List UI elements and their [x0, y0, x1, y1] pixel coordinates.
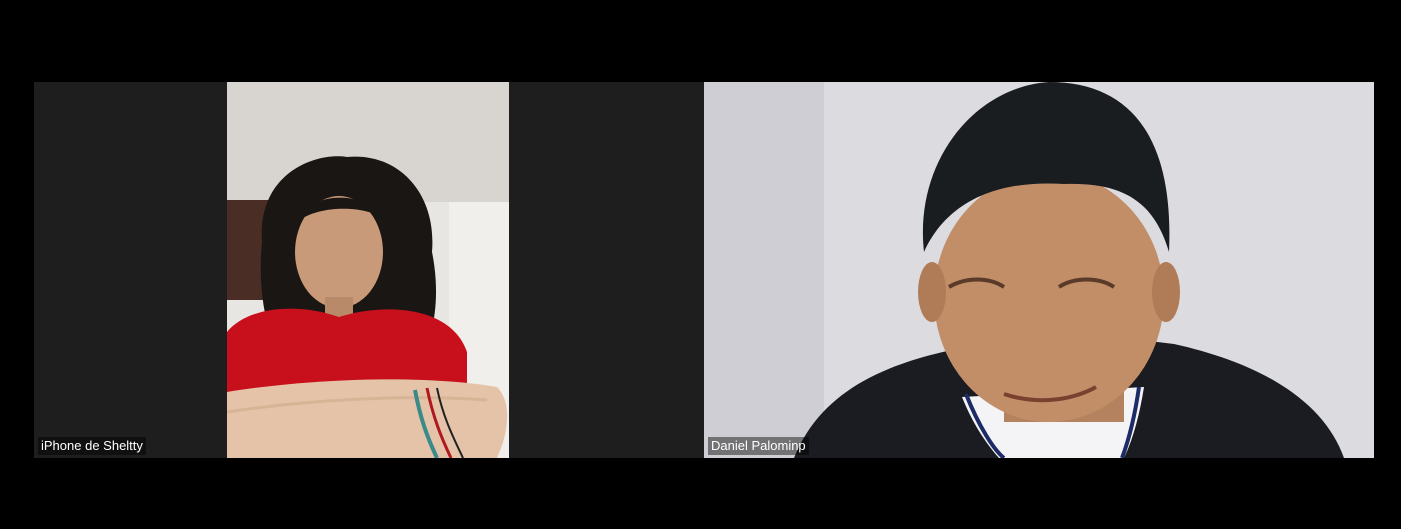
participant-name-label: Daniel Palominp	[708, 437, 809, 455]
participant-tile-daniel-palominp[interactable]: Daniel Palominp	[704, 82, 1374, 458]
participant-tile-iphone-de-sheltty[interactable]: iPhone de Sheltty	[34, 82, 704, 458]
participant-video-iphone-de-sheltty	[227, 82, 509, 458]
participant-name-label: iPhone de Sheltty	[38, 437, 146, 455]
participant-video-daniel-palominp	[704, 82, 1374, 458]
video-frame-woman	[227, 82, 509, 458]
video-frame-man	[704, 82, 1374, 458]
